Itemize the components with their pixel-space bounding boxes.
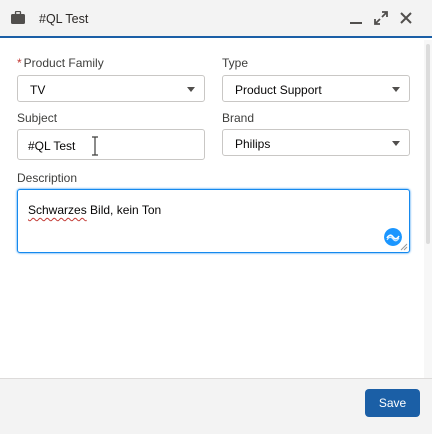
- type-select[interactable]: Product Support: [222, 75, 410, 102]
- panel-title: #QL Test: [39, 12, 89, 26]
- chevron-down-icon: [187, 87, 195, 92]
- save-button[interactable]: Save: [365, 389, 420, 417]
- subject-label: Subject: [17, 111, 58, 125]
- description-textarea[interactable]: Schwarzes Bild, kein Ton: [17, 189, 410, 253]
- type-label: Type: [222, 56, 249, 70]
- minimize-icon[interactable]: [348, 10, 364, 26]
- chevron-down-icon: [392, 87, 400, 92]
- brand-select[interactable]: Philips: [222, 129, 410, 156]
- briefcase-icon: [11, 11, 25, 24]
- scrollbar[interactable]: [424, 40, 432, 378]
- description-label: Description: [17, 171, 78, 185]
- expand-icon[interactable]: [373, 10, 389, 26]
- panel-footer: Save: [0, 378, 432, 434]
- scrollbar-thumb[interactable]: [426, 44, 430, 244]
- misspelled-word: Schwarzes: [28, 203, 87, 217]
- type-value: Product Support: [235, 83, 322, 97]
- required-mark: *: [17, 56, 22, 70]
- product-family-value: TV: [30, 83, 46, 97]
- brand-label: Brand: [222, 111, 255, 125]
- subject-value: #QL Test: [28, 139, 76, 153]
- description-value: Schwarzes Bild, kein Ton: [28, 203, 162, 217]
- close-icon[interactable]: [398, 10, 414, 26]
- product-family-select[interactable]: TV: [17, 75, 205, 102]
- chevron-down-icon: [392, 141, 400, 146]
- subject-input[interactable]: #QL Test: [17, 129, 205, 160]
- resize-handle-icon[interactable]: [400, 243, 408, 251]
- brand-value: Philips: [235, 137, 271, 151]
- quick-action-panel: #QL Test * Product Family TV Type Product…: [0, 0, 432, 434]
- text-cursor-icon: [92, 136, 98, 156]
- product-family-label: * Product Family: [17, 56, 104, 70]
- panel-header: #QL Test: [0, 0, 432, 38]
